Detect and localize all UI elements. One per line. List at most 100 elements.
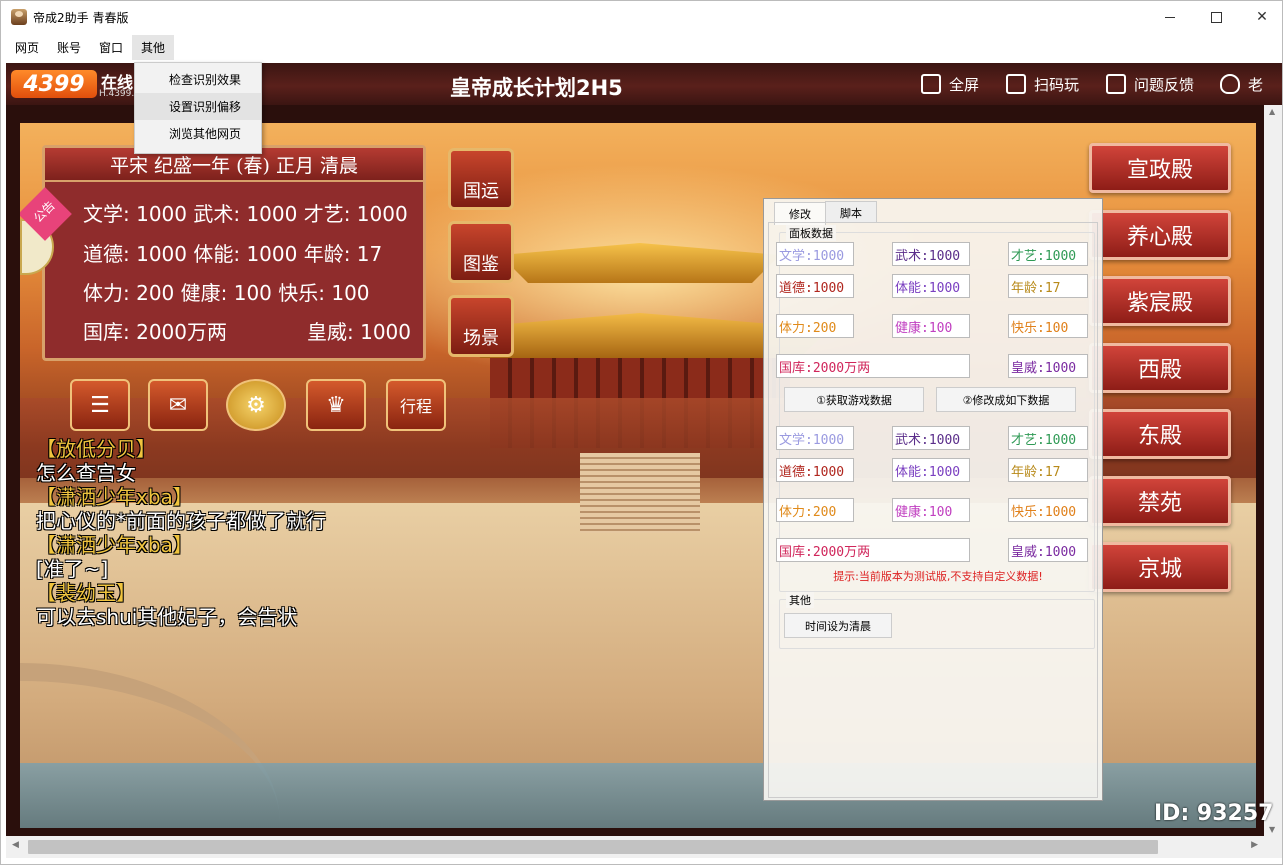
field-daode-new[interactable]: 道德:1000: [776, 458, 854, 482]
other-group-label: 其他: [786, 592, 814, 608]
fullscreen-button[interactable]: 全屏: [921, 71, 979, 97]
field-tineng-new[interactable]: 体能:1000: [892, 458, 970, 482]
field-kuaile-new[interactable]: 快乐:1000: [1008, 498, 1088, 522]
stat-line-1: 文学: 1000 武术: 1000 才艺: 1000: [83, 202, 408, 226]
scroll-right-arrow-icon[interactable]: ▶: [1251, 840, 1258, 850]
chat-message: 可以去shui其他妃子，会告状: [36, 605, 298, 629]
clothes-icon[interactable]: ♛: [306, 379, 366, 431]
field-wushu-new[interactable]: 武术:1000: [892, 426, 970, 450]
chat-name: 【潇洒少年xba】: [36, 485, 193, 509]
edit-icon: [1106, 74, 1126, 94]
palace-button-east[interactable]: 东殿: [1089, 409, 1231, 459]
feedback-label: 问题反馈: [1134, 75, 1195, 94]
field-jiankang[interactable]: 健康:100: [892, 314, 970, 338]
fullscreen-label: 全屏: [949, 75, 980, 94]
menu-webpage[interactable]: 网页: [6, 35, 48, 60]
shield-button[interactable]: 老: [1220, 71, 1263, 97]
menu-set-recognition-offset[interactable]: 设置识别偏移: [135, 93, 261, 120]
horizontal-scrollbar[interactable]: ◀ ▶: [6, 836, 1282, 858]
stat-line-2: 道德: 1000 体能: 1000 年龄: 17: [83, 242, 383, 266]
chat-log: 【放低分贝】 怎么查宫女 【潇洒少年xba】 把心仪的*前面的孩子都做了就行 【…: [36, 437, 326, 629]
title-bar: 帝成2助手 青春版 ✕: [1, 1, 1282, 33]
chat-name: 【裴幼玉】: [36, 581, 136, 605]
field-wenxue[interactable]: 文学:1000: [776, 242, 854, 266]
field-tili[interactable]: 体力:200: [776, 314, 854, 338]
field-guoku[interactable]: 国库:2000万两: [776, 354, 970, 378]
game-title: 皇帝成长计划2H5: [450, 76, 623, 100]
scroll-left-arrow-icon[interactable]: ◀: [12, 840, 19, 850]
palace-button-xuanzheng[interactable]: 宣政殿: [1089, 143, 1231, 193]
field-tili-new[interactable]: 体力:200: [776, 498, 854, 522]
schedule-label: 行程: [399, 397, 432, 416]
field-wushu[interactable]: 武术:1000: [892, 242, 970, 266]
schedule-scroll-icon[interactable]: 行程: [386, 379, 446, 431]
tab-content: 面板数据 文学:1000 武术:1000 才艺:1000 道德:1000 体能:…: [768, 222, 1098, 798]
scene-button[interactable]: 场景: [448, 295, 514, 357]
palace-button-capital[interactable]: 京城: [1089, 542, 1231, 592]
catalog-button[interactable]: 图鉴: [448, 221, 514, 283]
menu-browse-other-pages[interactable]: 浏览其他网页: [135, 120, 261, 147]
status-panel[interactable]: 平宋 纪盛一年 (春) 正月 清晨 文学: 1000 武术: 1000 才艺: …: [42, 145, 426, 361]
vertical-scrollbar[interactable]: ▲ ▼: [1264, 105, 1282, 836]
field-tineng[interactable]: 体能:1000: [892, 274, 970, 298]
palace-stairs: [580, 453, 700, 533]
scan-qr-button[interactable]: 扫码玩: [1006, 71, 1079, 97]
qr-code-icon: [1006, 74, 1026, 94]
minimize-button[interactable]: [1147, 1, 1193, 33]
app-icon: [11, 9, 27, 25]
fortune-button[interactable]: 国运: [448, 148, 514, 210]
field-kuaile[interactable]: 快乐:100: [1008, 314, 1088, 338]
set-morning-button[interactable]: 时间设为清晨: [784, 613, 892, 638]
maximize-button[interactable]: [1193, 1, 1239, 33]
field-caiyi-new[interactable]: 才艺:1000: [1008, 426, 1088, 450]
field-huangwei-new[interactable]: 皇威:1000: [1008, 538, 1088, 562]
field-caiyi[interactable]: 才艺:1000: [1008, 242, 1088, 266]
palace-button-garden[interactable]: 禁苑: [1089, 476, 1231, 526]
apply-data-button[interactable]: ②修改成如下数据: [936, 387, 1076, 412]
gear-icon[interactable]: ⚙: [226, 379, 286, 431]
field-daode[interactable]: 道德:1000: [776, 274, 854, 298]
field-nianling-new[interactable]: 年龄:17: [1008, 458, 1088, 482]
fortune-label: 国运: [463, 181, 499, 202]
field-jiankang-new[interactable]: 健康:100: [892, 498, 970, 522]
helper-panel: 修改 脚本 面板数据 文学:1000 武术:1000 才艺:1000 道德:10…: [763, 198, 1103, 801]
field-huangwei[interactable]: 皇威:1000: [1008, 354, 1088, 378]
menu-other[interactable]: 其他: [132, 35, 175, 60]
scroll-down-arrow-icon[interactable]: ▼: [1269, 825, 1275, 834]
tab-script[interactable]: 脚本: [825, 201, 877, 223]
chat-message: 把心仪的*前面的孩子都做了就行: [36, 509, 326, 533]
palace-button-west[interactable]: 西殿: [1089, 343, 1231, 393]
chat-name: 【潇洒少年xba】: [36, 533, 193, 557]
palace-button-yangxin[interactable]: 养心殿: [1089, 210, 1231, 260]
shield-label: 老: [1248, 75, 1264, 94]
close-button[interactable]: ✕: [1239, 1, 1283, 33]
mail-icon[interactable]: ✉: [148, 379, 208, 431]
logo-url: H.4399.: [99, 89, 135, 99]
horizontal-scroll-thumb[interactable]: [28, 840, 1158, 854]
list-menu-icon[interactable]: ☰: [70, 379, 130, 431]
field-wenxue-new[interactable]: 文学:1000: [776, 426, 854, 450]
logo-4399[interactable]: 4399: [11, 70, 97, 98]
menu-bar: 网页 账号 窗口 其他: [1, 34, 1282, 61]
window-title: 帝成2助手 青春版: [33, 10, 129, 25]
menu-account[interactable]: 账号: [48, 35, 90, 60]
field-guoku-new[interactable]: 国库:2000万两: [776, 538, 970, 562]
treasury-stat: 国库: 2000万两: [83, 320, 227, 344]
shield-icon: [1220, 74, 1240, 94]
other-menu-dropdown: 检查识别效果 设置识别偏移 浏览其他网页: [134, 62, 262, 154]
field-nianling[interactable]: 年龄:17: [1008, 274, 1088, 298]
chat-name: 【放低分贝】: [36, 437, 156, 461]
chat-message: [准了~]: [36, 557, 109, 581]
feedback-button[interactable]: 问题反馈: [1106, 71, 1194, 97]
catalog-label: 图鉴: [463, 254, 499, 275]
fullscreen-icon: [921, 74, 941, 94]
scene-label: 场景: [463, 328, 499, 349]
palace-button-zichen[interactable]: 紫宸殿: [1089, 276, 1231, 326]
app-window: 帝成2助手 青春版 ✕ 网页 账号 窗口 其他 4399 在线 H.4399. …: [0, 0, 1283, 865]
menu-check-recognition[interactable]: 检查识别效果: [135, 66, 261, 93]
get-game-data-button[interactable]: ①获取游戏数据: [784, 387, 924, 412]
prestige-stat: 皇威: 1000: [307, 320, 411, 344]
test-version-warning: 提示:当前版本为测试版,不支持自定义数据!: [833, 570, 1043, 583]
scroll-up-arrow-icon[interactable]: ▲: [1269, 107, 1275, 116]
menu-window[interactable]: 窗口: [90, 35, 132, 60]
